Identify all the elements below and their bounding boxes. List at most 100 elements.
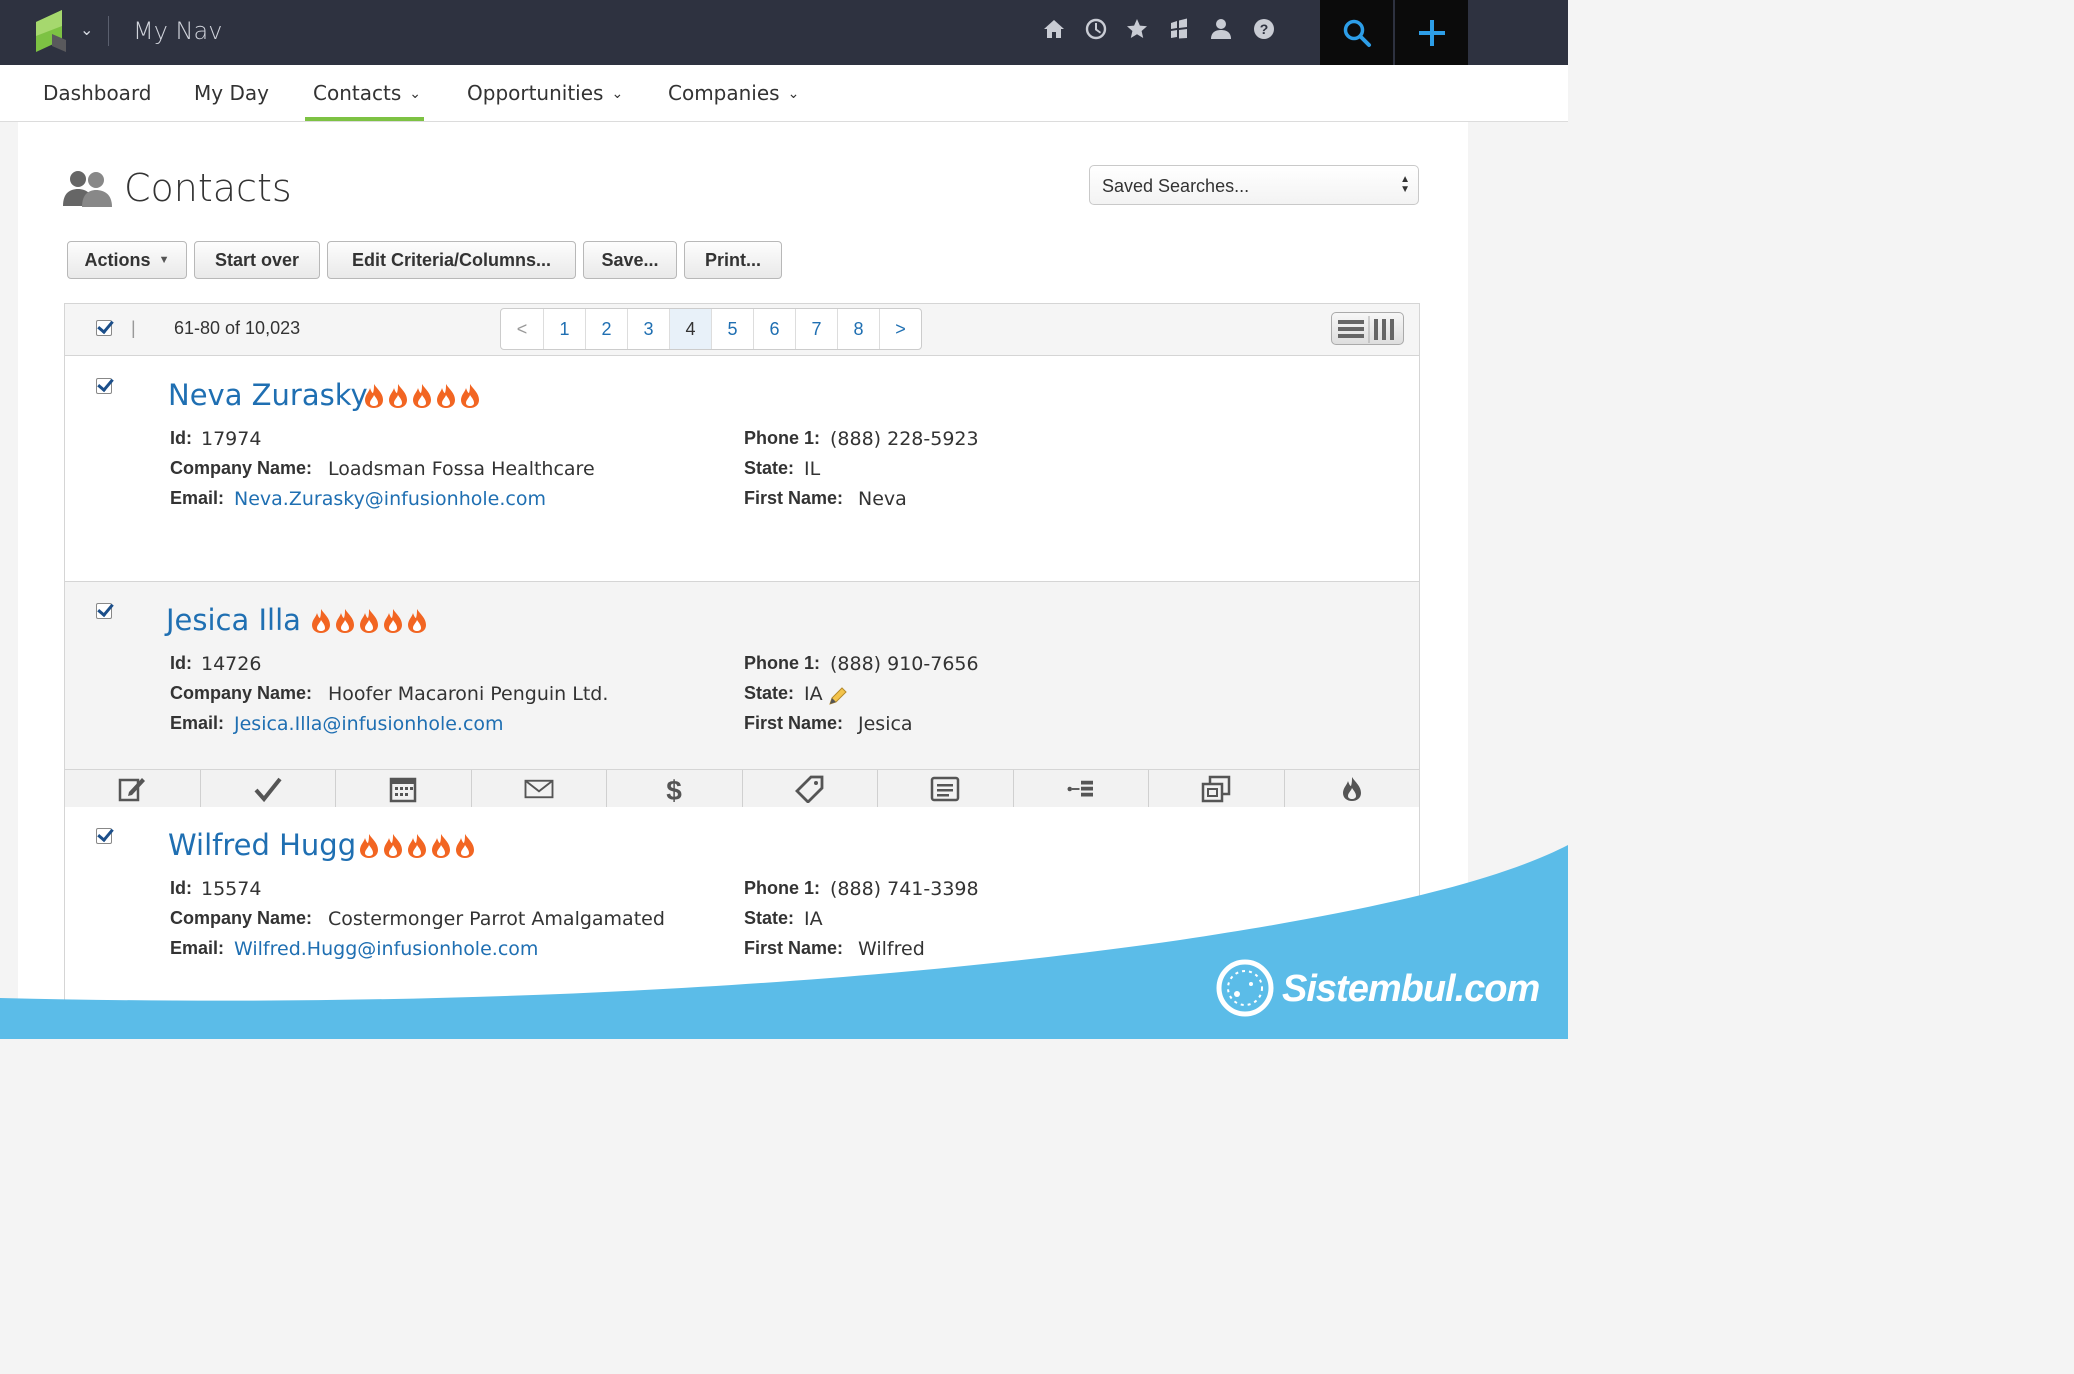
- add-appointment-action[interactable]: [335, 770, 471, 807]
- select-all-checkbox[interactable]: [96, 320, 112, 336]
- note-icon: [119, 777, 146, 801]
- email-label: Email:: [170, 713, 225, 733]
- add-button[interactable]: [1395, 0, 1468, 65]
- saved-searches-select[interactable]: Saved Searches... ▲ ▼: [1089, 165, 1419, 205]
- send-email-action[interactable]: [470, 770, 607, 807]
- phone-label: Phone 1:: [744, 653, 821, 673]
- flame-icon: [413, 384, 431, 408]
- pager-page-4[interactable]: 4: [669, 309, 711, 349]
- pager-prev[interactable]: <: [501, 309, 543, 349]
- save-button[interactable]: Save...: [583, 241, 677, 279]
- page-title: Contacts: [124, 166, 292, 210]
- company-label: Company Name:: [170, 458, 313, 478]
- email-icon: [524, 779, 554, 798]
- grid-icon[interactable]: [1166, 16, 1192, 42]
- merge-duplicate-action[interactable]: [1148, 770, 1284, 807]
- nav-contacts[interactable]: Contacts ⌄: [313, 81, 421, 105]
- flame-icon: [1342, 776, 1361, 801]
- company-label: Company Name:: [170, 683, 313, 703]
- state-value: IL: [804, 458, 821, 480]
- flame-icon: [336, 609, 354, 633]
- task-icon: [254, 777, 282, 802]
- view-toggle[interactable]: [1331, 312, 1404, 345]
- pager-page-7[interactable]: 7: [795, 309, 837, 349]
- record-checkbox[interactable]: [96, 603, 112, 619]
- help-icon[interactable]: ?: [1251, 16, 1277, 42]
- search-button[interactable]: [1320, 0, 1393, 65]
- duplicate-icon: [1202, 775, 1231, 802]
- sequence-icon: [1067, 780, 1093, 796]
- first-name-label: First Name:: [744, 488, 844, 508]
- app-logo[interactable]: [36, 10, 70, 52]
- email-link[interactable]: Jesica.Illa@infusionhole.com: [234, 713, 504, 735]
- nav-opportunities[interactable]: Opportunities ⌄: [467, 81, 623, 105]
- email-link[interactable]: Neva.Zurasky@infusionhole.com: [234, 488, 546, 510]
- add-icon: [1418, 19, 1445, 46]
- search-icon: [1343, 19, 1371, 47]
- pager-page-1[interactable]: 1: [543, 309, 585, 349]
- top-bar: ⌄ My Nav ?: [0, 0, 1568, 65]
- apply-tag-action[interactable]: [741, 770, 878, 807]
- add-task-action[interactable]: [199, 770, 336, 807]
- company-value: Hoofer Macaroni Penguin Ltd.: [328, 683, 609, 705]
- pager-page-3[interactable]: 3: [627, 309, 669, 349]
- nav-dashboard[interactable]: Dashboard: [43, 81, 152, 105]
- result-range: 61-80 of 10,023: [174, 318, 301, 338]
- nav-companies[interactable]: Companies ⌄: [668, 81, 799, 105]
- flame-icon: [360, 609, 378, 633]
- flame-icon: [365, 384, 383, 408]
- pager-page-8[interactable]: 8: [837, 309, 879, 349]
- flame-icon: [461, 384, 479, 408]
- home-icon[interactable]: [1041, 16, 1067, 42]
- add-to-sequence-action[interactable]: [1012, 770, 1149, 807]
- caret-down-icon: ▼: [158, 254, 170, 266]
- main-nav: Dashboard My Day Contacts ⌄ Opportunities…: [0, 65, 1568, 122]
- first-name-value: Jesica: [858, 713, 913, 735]
- tag-icon: [794, 775, 824, 803]
- score-flames: [363, 383, 481, 409]
- state-label: State:: [744, 458, 795, 478]
- flame-icon: [437, 384, 455, 408]
- pager-next[interactable]: >: [879, 309, 921, 349]
- nav-my-day[interactable]: My Day: [194, 81, 269, 105]
- contacts-icon: [63, 171, 112, 207]
- edit-pencil-icon[interactable]: [828, 686, 848, 706]
- id-value: 17974: [201, 428, 262, 450]
- select-arrows-icon: ▲ ▼: [1400, 174, 1410, 195]
- pager-page-6[interactable]: 6: [753, 309, 795, 349]
- pager-page-5[interactable]: 5: [711, 309, 753, 349]
- add-document-action[interactable]: [877, 770, 1013, 807]
- divider: [108, 16, 109, 46]
- record-checkbox[interactable]: [96, 378, 112, 394]
- logo-chevron-down-icon[interactable]: ⌄: [80, 20, 93, 40]
- pager-page-2[interactable]: 2: [585, 309, 627, 349]
- saved-searches-value: Saved Searches...: [1102, 176, 1250, 196]
- state-value: IA: [804, 683, 823, 705]
- email-label: Email:: [170, 488, 225, 508]
- state-label: State:: [744, 683, 795, 703]
- svg-text:$: $: [666, 775, 682, 803]
- start-over-button[interactable]: Start over: [194, 241, 320, 279]
- contact-name-link[interactable]: Jesica Illa: [166, 603, 301, 637]
- calendar-icon: [390, 777, 417, 802]
- phone-value: (888) 910-7656: [830, 653, 979, 675]
- add-note-action[interactable]: [65, 770, 200, 807]
- chevron-down-icon: ⌄: [611, 86, 624, 102]
- first-name-value: Neva: [858, 488, 907, 510]
- record-action-bar: $: [65, 769, 1419, 808]
- flame-icon: [389, 384, 407, 408]
- create-order-action[interactable]: $: [606, 770, 742, 807]
- print-button[interactable]: Print...: [684, 241, 782, 279]
- actions-button[interactable]: Actions ▼: [67, 241, 187, 279]
- contact-name-link[interactable]: Neva Zurasky: [168, 378, 368, 412]
- user-icon[interactable]: [1208, 16, 1234, 42]
- star-icon[interactable]: [1124, 16, 1150, 42]
- edit-criteria-button[interactable]: Edit Criteria/Columns...: [327, 241, 576, 279]
- id-value: 14726: [201, 653, 262, 675]
- flame-icon: [312, 609, 330, 633]
- app-title: My Nav: [133, 17, 223, 45]
- watermark-logo-icon: [1216, 959, 1274, 1017]
- lead-score-action[interactable]: [1283, 770, 1420, 807]
- history-icon[interactable]: [1083, 16, 1109, 42]
- score-flames: [310, 608, 428, 634]
